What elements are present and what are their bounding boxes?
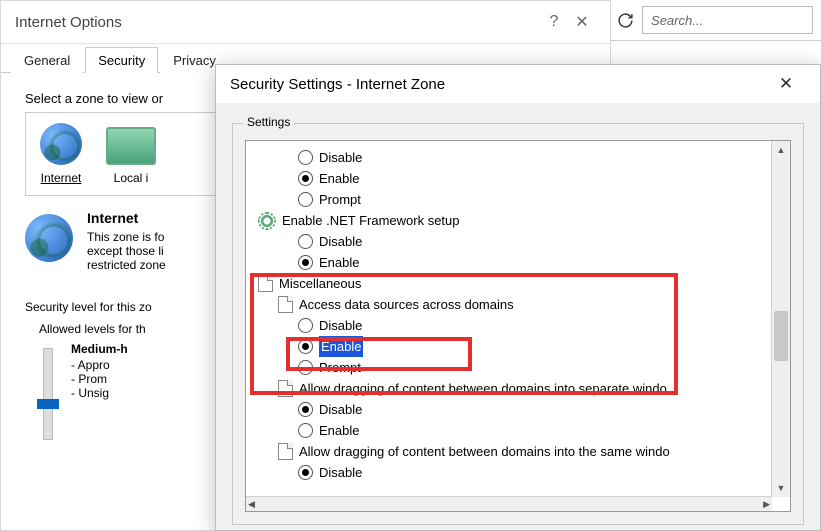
setting-category: Access data sources across domains xyxy=(250,294,766,315)
setting-category-label: Access data sources across domains xyxy=(299,294,514,315)
setting-radio-label: Enable xyxy=(319,252,359,273)
horizontal-scrollbar[interactable]: ◀ ▶ xyxy=(246,496,772,511)
setting-radio-label: Enable xyxy=(319,168,359,189)
level-bullet: - Unsig xyxy=(71,386,128,400)
radio-icon[interactable] xyxy=(298,339,313,354)
scroll-down-icon[interactable]: ▼ xyxy=(772,479,790,497)
level-bullet: - Prom xyxy=(71,372,128,386)
zone-description: Internet This zone is fo except those li… xyxy=(87,210,166,272)
setting-radio[interactable]: Prompt xyxy=(250,357,766,378)
scroll-thumb[interactable] xyxy=(774,311,788,361)
level-name: Medium-h xyxy=(71,342,128,356)
setting-radio[interactable]: Disable xyxy=(250,147,766,168)
zone-desc-line: This zone is fo xyxy=(87,230,166,244)
gear-icon xyxy=(258,212,276,230)
setting-radio[interactable]: Disable xyxy=(250,315,766,336)
setting-radio-label: Prompt xyxy=(319,357,361,378)
refresh-icon[interactable] xyxy=(616,11,634,29)
slider-thumb[interactable] xyxy=(37,399,59,409)
setting-category: Allow dragging of content between domain… xyxy=(250,441,766,462)
radio-icon[interactable] xyxy=(298,255,313,270)
settings-group-label: Settings xyxy=(243,115,294,129)
setting-radio[interactable]: Enable xyxy=(250,420,766,441)
scroll-up-icon[interactable]: ▲ xyxy=(772,141,790,159)
radio-icon[interactable] xyxy=(298,465,313,480)
tab-security[interactable]: Security xyxy=(85,47,158,73)
setting-radio[interactable]: Prompt xyxy=(250,189,766,210)
setting-radio-label: Disable xyxy=(319,315,362,336)
globe-icon xyxy=(25,214,73,262)
radio-icon[interactable] xyxy=(298,150,313,165)
setting-radio-label: Enable xyxy=(319,336,363,357)
setting-category-label: Enable .NET Framework setup xyxy=(282,210,460,231)
document-icon xyxy=(278,296,293,313)
internet-options-title: Internet Options xyxy=(15,14,122,31)
zone-desc-line: restricted zone xyxy=(87,258,166,272)
setting-radio-label: Disable xyxy=(319,231,362,252)
setting-radio-label: Enable xyxy=(319,420,359,441)
setting-category-label: Allow dragging of content between domain… xyxy=(299,378,667,399)
internet-options-titlebar: Internet Options ? ✕ xyxy=(1,1,610,44)
security-settings-title: Security Settings - Internet Zone xyxy=(230,76,445,93)
setting-radio-label: Prompt xyxy=(319,189,361,210)
zone-local-intranet[interactable]: Local i xyxy=(106,127,156,185)
settings-tree: DisableEnablePromptEnable .NET Framework… xyxy=(245,140,791,512)
globe-icon xyxy=(40,123,82,165)
vertical-scrollbar[interactable]: ▲ ▼ xyxy=(771,141,790,497)
zone-label-local: Local i xyxy=(114,171,149,185)
close-icon[interactable]: ✕ xyxy=(568,12,596,32)
zone-internet[interactable]: Internet xyxy=(40,123,82,185)
document-icon xyxy=(258,275,273,292)
setting-radio[interactable]: Enable xyxy=(250,336,766,357)
setting-radio[interactable]: Enable xyxy=(250,168,766,189)
radio-icon[interactable] xyxy=(298,192,313,207)
settings-group: Settings DisableEnablePromptEnable .NET … xyxy=(232,123,804,525)
radio-icon[interactable] xyxy=(298,402,313,417)
document-icon xyxy=(278,443,293,460)
setting-radio-label: Disable xyxy=(319,462,362,483)
setting-category-label: Miscellaneous xyxy=(279,273,361,294)
security-level-slider[interactable] xyxy=(43,348,53,440)
setting-category: Enable .NET Framework setup xyxy=(250,210,766,231)
browser-toolbar: ▾ Search... xyxy=(594,0,821,41)
document-icon xyxy=(278,380,293,397)
radio-icon[interactable] xyxy=(298,360,313,375)
setting-category: Miscellaneous xyxy=(250,273,766,294)
close-icon[interactable]: ✕ xyxy=(766,74,806,94)
radio-icon[interactable] xyxy=(298,171,313,186)
setting-radio[interactable]: Disable xyxy=(250,231,766,252)
setting-radio[interactable]: Enable xyxy=(250,252,766,273)
scroll-right-icon[interactable]: ▶ xyxy=(763,499,770,510)
security-settings-window: Security Settings - Internet Zone ✕ Sett… xyxy=(215,64,821,531)
setting-radio-label: Disable xyxy=(319,399,362,420)
setting-radio[interactable]: Disable xyxy=(250,399,766,420)
monitor-icon xyxy=(106,127,156,165)
search-input[interactable]: Search... xyxy=(642,6,813,34)
setting-category: Allow dragging of content between domain… xyxy=(250,378,766,399)
zone-desc-line: except those li xyxy=(87,244,166,258)
radio-icon[interactable] xyxy=(298,318,313,333)
scroll-left-icon[interactable]: ◀ xyxy=(248,499,255,510)
security-level-text: Medium-h - Appro - Prom - Unsig xyxy=(71,342,128,440)
zone-desc-title: Internet xyxy=(87,210,166,226)
zone-label-internet: Internet xyxy=(41,171,82,185)
setting-radio[interactable]: Disable xyxy=(250,462,766,483)
security-settings-titlebar: Security Settings - Internet Zone ✕ xyxy=(216,65,820,103)
radio-icon[interactable] xyxy=(298,234,313,249)
help-icon[interactable]: ? xyxy=(540,13,568,31)
setting-category-label: Allow dragging of content between domain… xyxy=(299,441,670,462)
tab-general[interactable]: General xyxy=(11,47,83,73)
radio-icon[interactable] xyxy=(298,423,313,438)
setting-radio-label: Disable xyxy=(319,147,362,168)
level-bullet: - Appro xyxy=(71,358,128,372)
